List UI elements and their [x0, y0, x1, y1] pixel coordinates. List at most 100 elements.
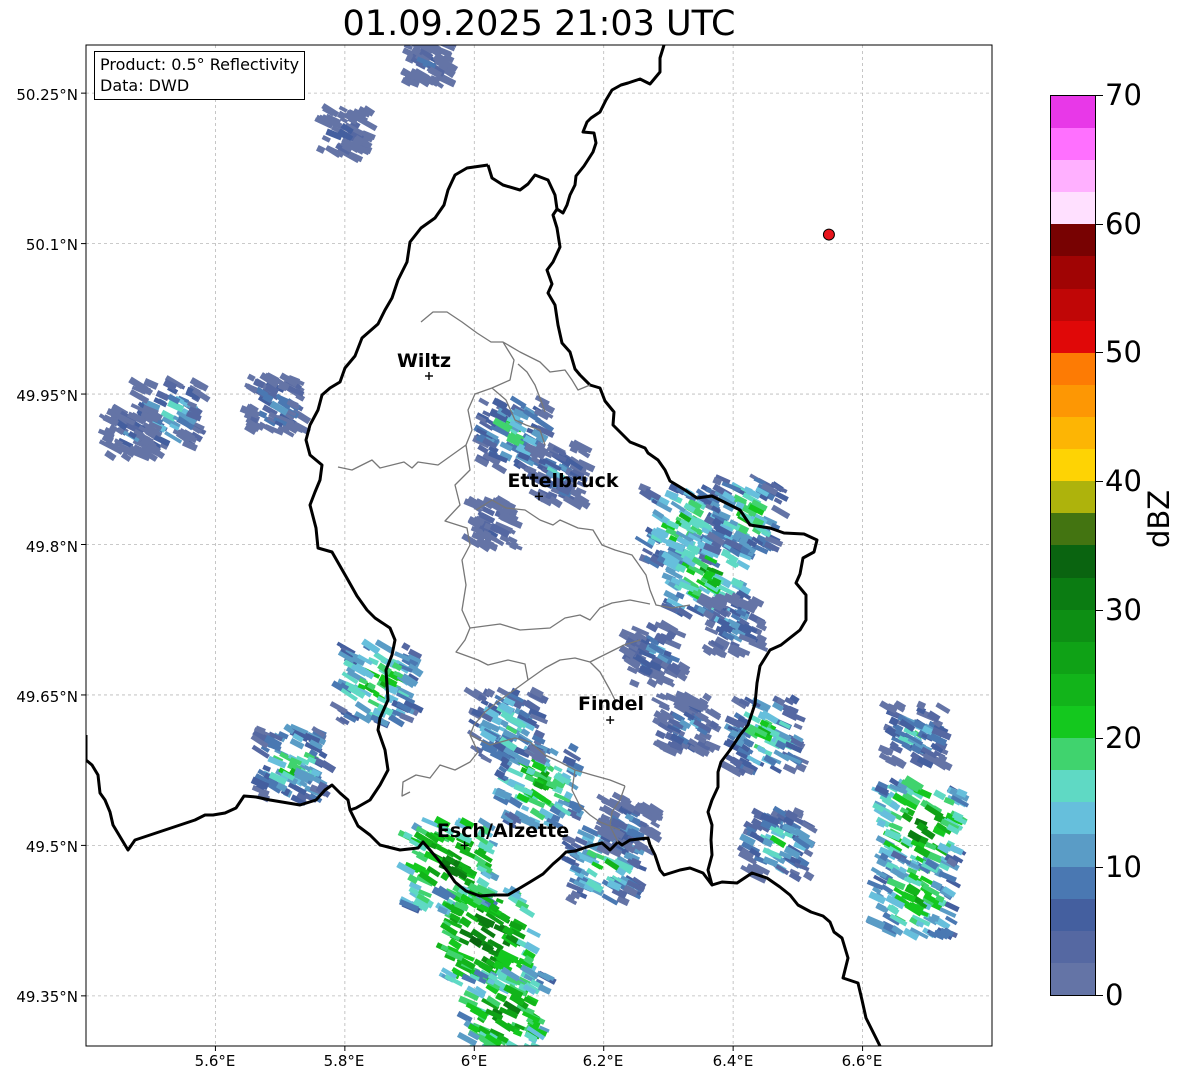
colorbar-swatch: [1051, 95, 1095, 129]
echo-cell: [456, 1010, 473, 1024]
echo-cluster: [314, 103, 378, 164]
echo-cell: [401, 642, 411, 652]
colorbar-swatch: [1051, 481, 1095, 514]
colorbar-swatch: [1051, 449, 1095, 482]
city-label-esch-alzette: Esch/Alzette: [436, 820, 570, 842]
echo-cell: [480, 754, 493, 764]
echo-cluster: [703, 473, 791, 556]
echo-cell: [933, 789, 947, 801]
map-frame: [85, 44, 993, 1047]
colorbar-swatch: [1051, 320, 1095, 353]
colorbar-tick: [1096, 867, 1103, 868]
country-border-east: [711, 871, 882, 1046]
echo-cluster: [736, 805, 818, 884]
colorbar-tick-label: 50: [1105, 335, 1142, 369]
echo-cell: [315, 145, 326, 154]
echo-cell: [262, 764, 272, 772]
city-label-ettelbruck: Ettelbruck: [507, 470, 619, 492]
map-gridlines: [86, 45, 992, 1046]
colorbar-swatch: [1051, 128, 1095, 161]
colorbar-swatch: [1051, 513, 1095, 546]
echo-cell: [770, 504, 791, 520]
lon-label: 6.2°E: [582, 1052, 624, 1070]
echo-cell: [553, 765, 563, 773]
echo-cell: [865, 915, 886, 930]
lat-label: 50.1°N: [25, 236, 78, 254]
echo-cell: [527, 1053, 537, 1061]
lon-label: 5.8°E: [323, 1052, 365, 1070]
country-border-belgium-north: [486, 164, 559, 210]
echo-cell: [246, 373, 256, 382]
echo-cell: [782, 763, 798, 775]
axis-ticks: [81, 92, 864, 1051]
echo-cluster: [594, 791, 664, 858]
echo-cell: [522, 1042, 532, 1046]
colorbar-swatch: [1051, 352, 1095, 385]
lon-label: 5.6°E: [194, 1052, 236, 1070]
colorbar-swatch: [1051, 834, 1095, 867]
colorbar-tick: [1096, 95, 1103, 96]
colorbar-swatch: [1051, 738, 1095, 771]
echo-cell: [526, 927, 541, 938]
echo-cell: [948, 844, 964, 856]
echo-cell: [675, 629, 687, 639]
echo-cell: [459, 928, 474, 939]
product-info-box: Product: 0.5° Reflectivity Data: DWD: [94, 51, 306, 100]
radar-site-marker[interactable]: [822, 228, 835, 241]
colorbar-tick-label: 10: [1105, 850, 1142, 884]
echo-cell: [935, 702, 951, 714]
echo-cluster: [97, 403, 166, 462]
colorbar-tick-label: 40: [1105, 464, 1142, 498]
colorbar-swatch: [1051, 641, 1095, 674]
colorbar-tick-label: 0: [1105, 978, 1124, 1012]
echo-cell: [521, 804, 530, 812]
lat-label: 49.35°N: [16, 988, 78, 1006]
colorbar-swatch: [1051, 706, 1095, 739]
echo-cell: [586, 867, 598, 878]
colorbar-swatch: [1051, 256, 1095, 289]
colorbar-tick: [1096, 352, 1103, 353]
colorbar-swatch: [1051, 545, 1095, 578]
colorbar-swatch: [1051, 288, 1095, 321]
lon-label: 6.6°E: [841, 1052, 883, 1070]
data-source-label: Data: DWD: [100, 76, 190, 95]
echo-cluster: [461, 495, 523, 553]
colorbar-swatch: [1051, 192, 1095, 225]
colorbar-tick-label: 60: [1105, 207, 1142, 241]
colorbar-swatch: [1051, 802, 1095, 835]
radar-map[interactable]: [0, 0, 1184, 1081]
lat-label: 49.8°N: [25, 538, 78, 556]
echo-cell: [769, 764, 782, 774]
echo-cluster: [239, 372, 312, 438]
lat-label: 49.5°N: [25, 838, 78, 856]
echo-cell: [629, 679, 640, 688]
map-title: 01.09.2025 21:03 UTC: [342, 4, 736, 44]
echo-cell: [517, 1047, 533, 1058]
echo-cell: [803, 870, 815, 882]
colorbar-swatch: [1051, 930, 1095, 963]
colorbar-swatch: [1051, 770, 1095, 803]
echo-cluster: [463, 686, 549, 765]
colorbar-tick-label: 30: [1105, 593, 1142, 627]
echo-cell: [924, 841, 937, 851]
colorbar-tick-label: 70: [1105, 78, 1142, 112]
echo-cell: [537, 983, 552, 995]
colorbar-swatch: [1051, 898, 1095, 931]
product-label: Product: 0.5° Reflectivity: [100, 55, 300, 74]
reflectivity-echoes: [97, 45, 970, 1061]
colorbar-tick: [1096, 610, 1103, 611]
colorbar-tick: [1096, 995, 1103, 996]
colorbar-tick: [1096, 224, 1103, 225]
echo-cell: [655, 729, 667, 740]
lat-label: 50.25°N: [16, 86, 78, 104]
colorbar-tick: [1096, 481, 1103, 482]
echo-cell: [104, 449, 117, 462]
colorbar-swatch: [1051, 384, 1095, 418]
colorbar-swatch: [1051, 577, 1095, 610]
lat-label: 49.95°N: [16, 387, 78, 405]
echo-cell: [478, 397, 490, 407]
echo-cell: [499, 441, 513, 452]
echo-cluster: [696, 592, 769, 659]
city-label-wiltz: Wiltz: [396, 350, 452, 372]
city-label-findel: Findel: [577, 693, 645, 715]
